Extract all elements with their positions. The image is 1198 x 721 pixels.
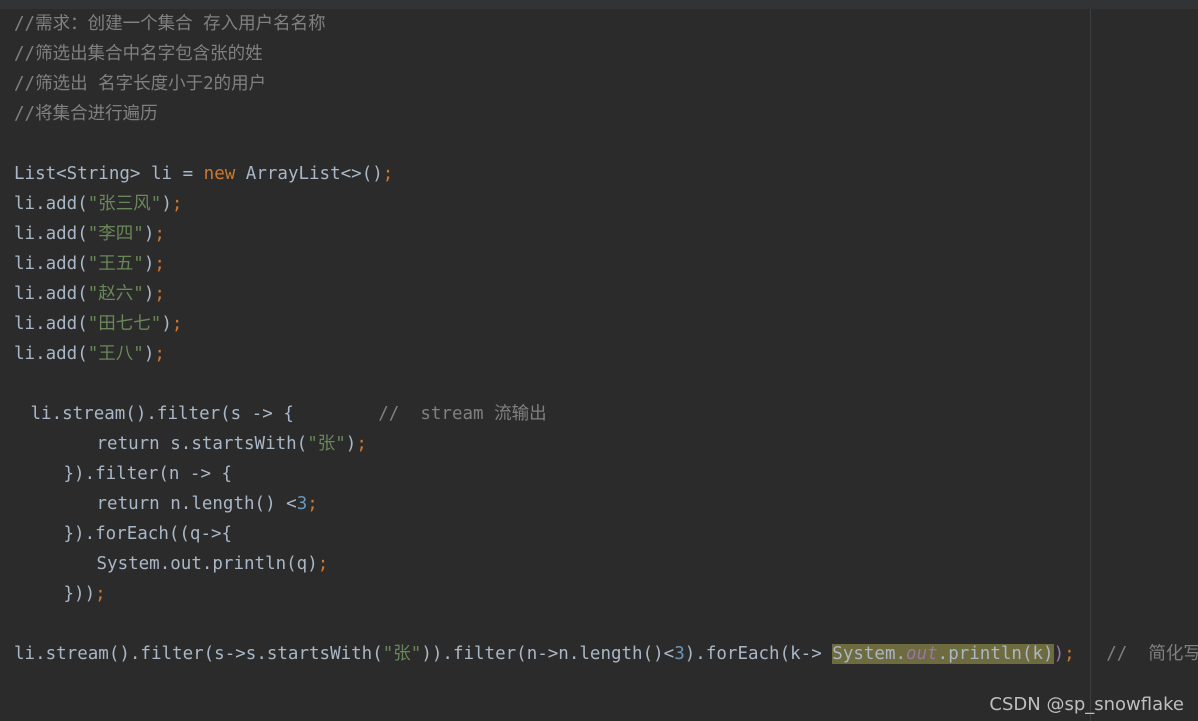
code-token-plain: ArrayList<>() [235,164,383,184]
code-line[interactable]: //筛选出 名字长度小于2的用户 [14,69,266,99]
csdn-watermark: CSDN @sp_snowflake [989,694,1184,715]
code-token-plain: ).forEach(k-> [684,644,833,664]
code-token-plain: li.add( [14,254,88,274]
code-line[interactable]: System.out.println(q); [97,549,329,579]
code-line[interactable]: li.add("王五"); [14,249,165,279]
code-token-comment: // stream 流输出 [378,404,547,424]
code-token-semi: ; [154,224,165,244]
code-token-semi: ; [171,314,183,334]
code-line[interactable]: //需求：创建一个集合 存入用户名名称 [14,9,326,39]
code-token-string: "张三风" [87,194,162,214]
code-token-plain: ) [161,194,172,214]
code-line[interactable]: return n.length() <3; [97,489,318,519]
code-line[interactable] [14,129,25,159]
code-line[interactable]: })); [64,579,106,609]
code-line[interactable] [14,369,25,399]
code-token-plain: ) [143,284,155,304]
code-token-plain: List<String> li = [14,164,204,184]
code-token-plain: li.stream().filter(s->s.startsWith( [14,644,383,664]
code-line[interactable]: li.add("李四"); [14,219,165,249]
code-token-plain: li.add( [14,314,88,334]
code-token-plain: }).forEach((q->{ [63,524,233,544]
code-line[interactable]: }).forEach((q->{ [64,519,233,549]
code-line[interactable]: //筛选出集合中名字包含张的姓 [14,39,263,69]
code-token-string: "田七七" [87,314,162,334]
code-token-plain: li.add( [14,194,88,214]
code-token-plain: return s.startsWith( [96,434,308,454]
code-token-semi: ; [382,164,394,184]
code-token-plain: ) [161,314,172,334]
code-token-semi: ; [317,554,329,574]
code-token-comment: //将集合进行遍历 [14,104,158,124]
code-token-semi: ; [95,584,106,604]
code-token-keyword: new [203,164,236,184]
code-token-string: "王五" [87,254,144,274]
code-line[interactable]: return s.startsWith("张"); [97,429,367,459]
code-token-plain: ) [345,434,357,454]
code-token-plain: .println(k) [937,644,1054,664]
code-token-plain: ) [143,254,155,274]
code-token-plain: return n.length() < [96,494,297,514]
code-token-string: "李四" [87,224,144,244]
code-line[interactable] [14,609,25,639]
code-token-semi: ; [154,284,165,304]
code-line[interactable]: //将集合进行遍历 [14,99,158,129]
code-line[interactable]: li.add("田七七"); [14,309,182,339]
code-line[interactable]: }).filter(n -> { [64,459,233,489]
code-token-plain: }).filter(n -> { [63,464,233,484]
code-line-simplified-form[interactable]: li.stream().filter(s->s.startsWith("张"))… [14,639,1198,669]
selection-highlight[interactable]: System.out.println(k) [832,644,1054,664]
code-token-plain: ) [143,344,155,364]
code-line[interactable]: li.stream().filter(s -> { // stream 流输出 [31,399,547,429]
code-token-plain: li.add( [14,224,88,244]
code-token-semi: ; [356,434,367,454]
code-token-string: "张" [307,434,346,454]
code-token-semi: ; [154,344,165,364]
code-token-semi: ; [307,494,318,514]
code-token-comment: // 简化写法。 [1106,644,1198,664]
code-editor[interactable]: li.add("王八"); //需求：创建一个集合 存入用户名名称//筛选出集合… [0,0,1198,721]
code-token-plain: System.out.println(q) [96,554,318,574]
code-token-plain: )).filter(n->n.length()< [421,644,675,664]
code-line[interactable]: List<String> li = new ArrayList<>(); [14,159,393,189]
code-token-plain: li.add( [14,284,88,304]
code-token-semi: ; [171,194,183,214]
scrolled-off-line: li.add("王八"); [14,0,228,9]
code-token-plain: System. [832,644,907,664]
code-token-comment: //筛选出 名字长度小于2的用户 [14,74,267,94]
code-token-plain: li.stream().filter(s -> { [30,404,379,424]
code-token-string: "赵六" [87,284,144,304]
scrolled-off-line-clip: li.add("王八"); [0,0,1198,9]
code-token-comment: //筛选出集合中名字包含张的姓 [14,44,263,64]
code-token-number: 3 [674,644,685,664]
code-token-semi: ; [154,254,165,274]
code-token-plain: ) [143,224,155,244]
code-line[interactable]: li.add("王八"); [14,339,165,369]
code-token-plain: li.add( [14,344,88,364]
code-text-area[interactable]: //需求：创建一个集合 存入用户名名称 //筛选出集合中名字包含张的姓 //筛选出 … [0,9,1198,721]
code-token-paren-hl: ) [1053,644,1065,664]
code-line[interactable]: li.add("赵六"); [14,279,165,309]
code-token-string: "张" [382,644,422,664]
code-token-comment: //需求：创建一个集合 存入用户名名称 [14,14,326,34]
code-token-number: 3 [296,494,308,514]
code-token-plain: })) [63,584,96,604]
code-token-string: "王八" [87,344,144,364]
code-token-static: out [906,644,938,664]
code-token-semi: ; [1064,644,1075,664]
code-line[interactable]: li.add("张三风"); [14,189,182,219]
